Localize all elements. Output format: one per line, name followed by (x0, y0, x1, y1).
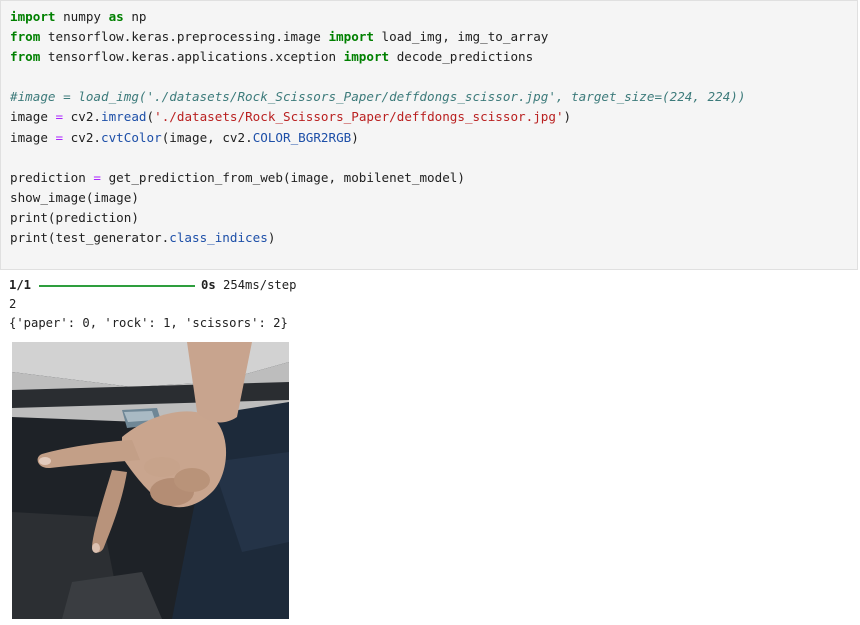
code-token: ) (351, 129, 359, 145)
code-token: show_image(image) (10, 189, 139, 205)
code-token: ) (563, 109, 572, 125)
code-line: show_image(image) (10, 188, 745, 208)
code-token: cvtColor (101, 129, 162, 145)
code-token: as (108, 9, 124, 24)
code-token: = (55, 129, 64, 145)
code-token: (image, cv2. (161, 129, 253, 145)
progress-row: 1/1 0s 254ms/step (9, 276, 849, 295)
code-line: print(prediction) (10, 208, 745, 228)
code-token: prediction (10, 169, 94, 185)
code-token: image (10, 109, 56, 125)
code-token: import (10, 9, 56, 24)
code-token: image (10, 129, 56, 145)
code-line: from tensorflow.keras.preprocessing.imag… (10, 27, 745, 47)
code-token: ) (267, 230, 276, 246)
code-token: numpy (55, 9, 109, 24)
code-line: print(test_generator.class_indices) (10, 228, 745, 248)
code-token: from (10, 29, 41, 45)
progress-time: 0s (201, 278, 216, 292)
code-line: prediction = get_prediction_from_web(ima… (10, 168, 745, 188)
code-token: #image = load_img('./datasets/Rock_Sciss… (10, 89, 746, 105)
code-token: tensorflow.keras.preprocessing.image (40, 29, 329, 45)
code-token: = (55, 109, 64, 125)
code-token: cv2. (63, 109, 102, 125)
code-token: print(prediction) (10, 209, 139, 225)
code-line: image = cv2.imread('./datasets/Rock_Scis… (10, 107, 745, 127)
code-token: load_img, img_to_array (373, 29, 549, 45)
code-token: import (343, 49, 390, 65)
progress-step: 1/1 (9, 278, 32, 292)
code-cell[interactable]: import numpy as np from tensorflow.keras.… (0, 0, 858, 270)
code-token: imread (101, 109, 147, 125)
hand-scissors-gesture-photo (12, 342, 289, 619)
code-token: from (10, 49, 41, 65)
code-token: ( (146, 109, 155, 125)
code-token: COLOR_BGR2RGB (252, 129, 352, 145)
prediction-output: 2 (9, 297, 17, 311)
code-token: print(test_generator. (10, 230, 170, 246)
class-indices-output: {'paper': 0, 'rock': 1, 'scissors': 2} (9, 316, 288, 330)
code-token: class_indices (169, 230, 268, 246)
code-line: import numpy as np (10, 7, 745, 27)
code-line: from tensorflow.keras.applications.xcept… (10, 47, 745, 67)
code-token: get_prediction_from_web(image, mobilenet… (101, 169, 465, 185)
code-token: './datasets/Rock_Scissors_Paper/deffdong… (154, 109, 564, 125)
code-line: image = cv2.cvtColor(image, cv2.COLOR_BG… (10, 128, 745, 148)
code-token: decode_predictions (389, 49, 534, 65)
progress-bar (39, 284, 196, 287)
code-token: cv2. (63, 129, 102, 145)
code-token: np (123, 9, 147, 24)
progress-rate: 254ms/step (223, 278, 297, 292)
code-editor[interactable]: import numpy as np from tensorflow.keras.… (10, 7, 745, 248)
code-token: tensorflow.keras.applications.xception (40, 49, 344, 65)
code-token: import (328, 29, 374, 45)
code-token: = (93, 169, 101, 185)
code-line: #image = load_img('./datasets/Rock_Sciss… (10, 87, 745, 107)
cell-output: 1/1 0s 254ms/step 2 {'paper': 0, 'rock':… (9, 276, 849, 333)
